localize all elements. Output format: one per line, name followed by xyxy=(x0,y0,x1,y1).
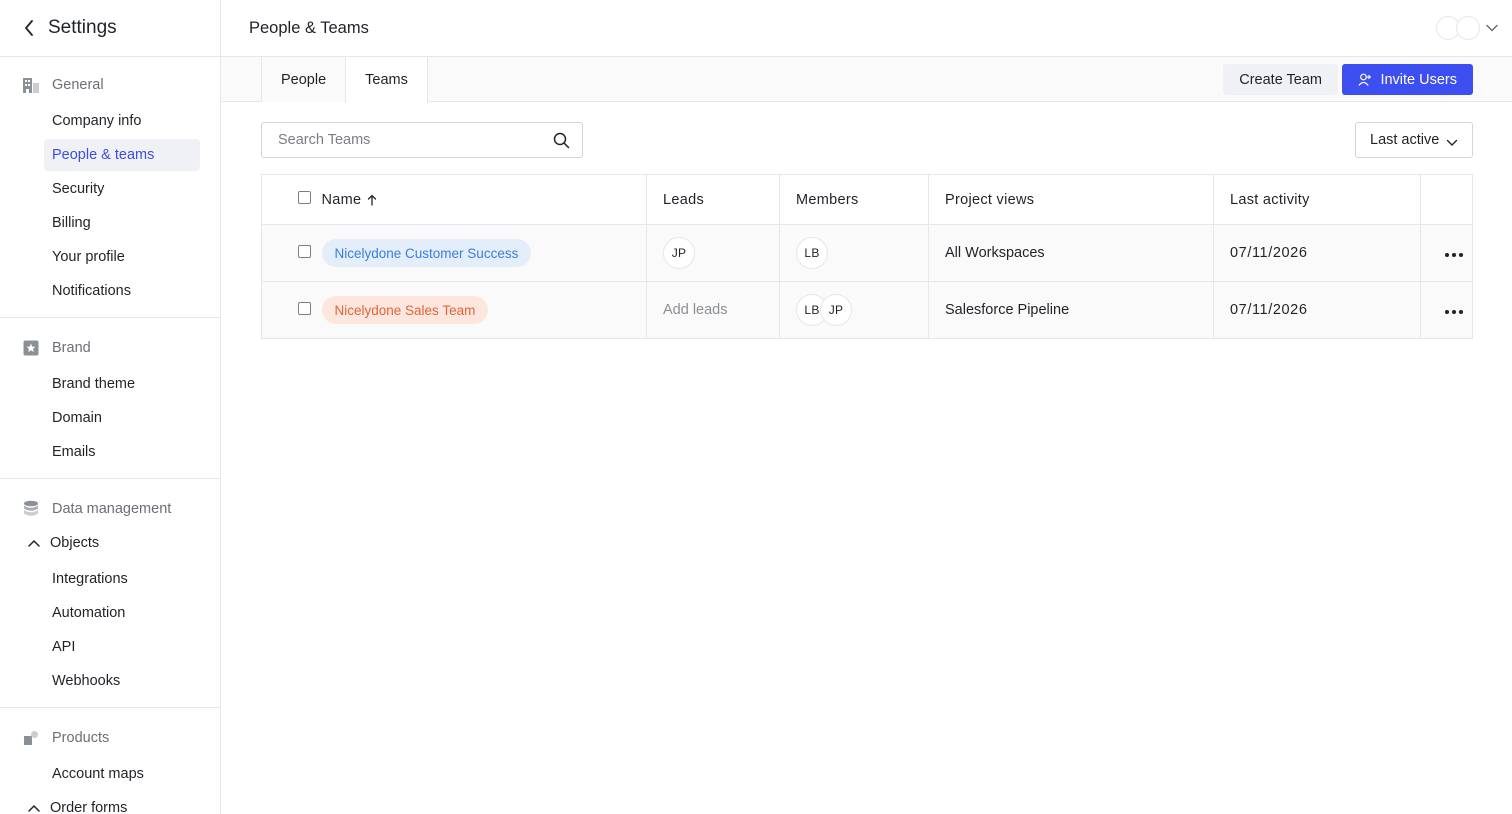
sidebar-toggle-objects[interactable]: Objects xyxy=(0,527,220,559)
sidebar-item-domain[interactable]: Domain xyxy=(44,402,200,434)
row-select-cell xyxy=(261,224,322,282)
building-icon xyxy=(22,76,40,94)
column-last-activity[interactable]: Last activity xyxy=(1213,174,1421,225)
avatar[interactable]: JP xyxy=(820,294,852,326)
leads-cell: JP xyxy=(646,224,780,282)
tab-bar: People Teams Create Team Invite Users xyxy=(221,57,1512,103)
sidebar-item-api[interactable]: API xyxy=(44,631,200,663)
star-icon xyxy=(22,339,40,357)
chevron-down-icon xyxy=(1486,22,1498,34)
add-leads-cell[interactable]: Add leads xyxy=(646,281,780,339)
search-teams-field xyxy=(261,122,583,158)
row-select-cell xyxy=(261,281,322,339)
sidebar-item-account-maps[interactable]: Account maps xyxy=(44,758,200,790)
settings-sidebar: Settings General Company info People & t… xyxy=(0,0,221,814)
sidebar-group-data-management: Data management xyxy=(0,491,220,527)
add-user-icon xyxy=(1358,73,1372,87)
chevron-up-icon xyxy=(28,802,40,814)
table-row[interactable]: Nicelydone Sales Team Add leads LB JP Sal… xyxy=(261,281,1473,339)
column-name[interactable]: Name xyxy=(321,174,647,225)
avatar[interactable]: JP xyxy=(663,237,695,269)
main-content: People & Teams People Teams Create Team … xyxy=(221,0,1512,814)
table-row[interactable]: Nicelydone Customer Success JP LB All Wo… xyxy=(261,224,1473,282)
sidebar-sub-label: Order forms xyxy=(50,800,128,814)
row-checkbox[interactable] xyxy=(298,301,311,315)
avatar[interactable]: LB xyxy=(796,237,828,269)
column-actions xyxy=(1420,174,1473,225)
invite-users-button[interactable]: Invite Users xyxy=(1342,64,1473,95)
sidebar-item-company-info[interactable]: Company info xyxy=(44,105,200,137)
back-arrow-icon[interactable] xyxy=(20,19,38,37)
sidebar-section-general: General Company info People & teams Secu… xyxy=(0,57,220,318)
sidebar-item-security[interactable]: Security xyxy=(44,173,200,205)
sidebar-group-brand: Brand xyxy=(0,330,220,366)
sort-selected-label: Last active xyxy=(1370,132,1440,148)
chevron-up-icon xyxy=(28,537,40,549)
team-name-pill[interactable]: Nicelydone Customer Success xyxy=(321,239,532,267)
user-avatar-menu[interactable] xyxy=(1436,16,1498,40)
select-all-cell xyxy=(261,174,322,225)
sidebar-item-brand-theme[interactable]: Brand theme xyxy=(44,368,200,400)
sidebar-group-label: General xyxy=(52,77,104,93)
sort-dropdown[interactable]: Last active xyxy=(1355,122,1473,158)
search-icon[interactable] xyxy=(553,132,570,149)
sidebar-section-data-management: Data management Objects Integrations Aut… xyxy=(0,479,220,708)
sidebar-section-brand: Brand Brand theme Domain Emails xyxy=(0,318,220,479)
column-label: Name xyxy=(321,191,362,208)
products-icon xyxy=(22,729,40,747)
more-options-icon[interactable] xyxy=(1445,310,1463,314)
row-actions-cell xyxy=(1420,281,1473,339)
sidebar-item-your-profile[interactable]: Your profile xyxy=(44,241,200,273)
sidebar-group-label: Products xyxy=(52,730,110,746)
tabs: People Teams xyxy=(261,57,428,103)
team-name-pill[interactable]: Nicelydone Sales Team xyxy=(321,296,489,324)
sidebar-header: Settings xyxy=(0,0,220,57)
project-views-cell: All Workspaces xyxy=(928,224,1214,282)
page-title: People & Teams xyxy=(249,18,369,37)
sidebar-toggle-order-forms[interactable]: Order forms xyxy=(0,792,220,814)
avatar xyxy=(1456,16,1480,40)
tab-people[interactable]: People xyxy=(261,57,346,102)
sidebar-group-label: Brand xyxy=(52,340,91,356)
sidebar-title: Settings xyxy=(48,17,117,38)
column-leads[interactable]: Leads xyxy=(646,174,780,225)
sidebar-group-products: Products xyxy=(0,720,220,756)
sidebar-group-general: General xyxy=(0,67,220,103)
members-cell: LB JP xyxy=(779,281,929,339)
sidebar-group-label: Data management xyxy=(52,501,172,517)
members-cell: LB xyxy=(779,224,929,282)
teams-table: Name Leads Members Project views Last ac… xyxy=(261,174,1473,339)
sort-ascending-icon xyxy=(367,194,377,206)
table-header-row: Name Leads Members Project views Last ac… xyxy=(261,174,1473,225)
create-team-button[interactable]: Create Team xyxy=(1223,64,1338,95)
sidebar-sub-label: Objects xyxy=(50,535,100,551)
column-project-views[interactable]: Project views xyxy=(928,174,1214,225)
sidebar-item-notifications[interactable]: Notifications xyxy=(44,275,200,307)
sidebar-item-webhooks[interactable]: Webhooks xyxy=(44,665,200,697)
chevron-down-icon xyxy=(1446,135,1458,147)
sidebar-section-products: Products Account maps Order forms xyxy=(0,708,220,814)
last-activity-cell: 07/11/2026 xyxy=(1213,281,1421,339)
team-name-cell: Nicelydone Sales Team xyxy=(321,281,647,339)
sidebar-item-billing[interactable]: Billing xyxy=(44,207,200,239)
sidebar-item-integrations[interactable]: Integrations xyxy=(44,563,200,595)
invite-users-label: Invite Users xyxy=(1380,71,1457,88)
row-actions-cell xyxy=(1420,224,1473,282)
select-all-checkbox[interactable] xyxy=(298,191,311,204)
top-bar: People & Teams xyxy=(221,0,1512,57)
search-input[interactable] xyxy=(278,132,538,148)
database-icon xyxy=(22,500,40,518)
column-members[interactable]: Members xyxy=(779,174,929,225)
row-checkbox[interactable] xyxy=(298,244,311,258)
tab-teams[interactable]: Teams xyxy=(345,57,428,103)
more-options-icon[interactable] xyxy=(1445,253,1463,257)
last-activity-cell: 07/11/2026 xyxy=(1213,224,1421,282)
team-name-cell: Nicelydone Customer Success xyxy=(321,224,647,282)
sidebar-item-automation[interactable]: Automation xyxy=(44,597,200,629)
sidebar-item-emails[interactable]: Emails xyxy=(44,436,200,468)
sidebar-item-people-teams[interactable]: People & teams xyxy=(44,139,200,171)
project-views-cell: Salesforce Pipeline xyxy=(928,281,1214,339)
